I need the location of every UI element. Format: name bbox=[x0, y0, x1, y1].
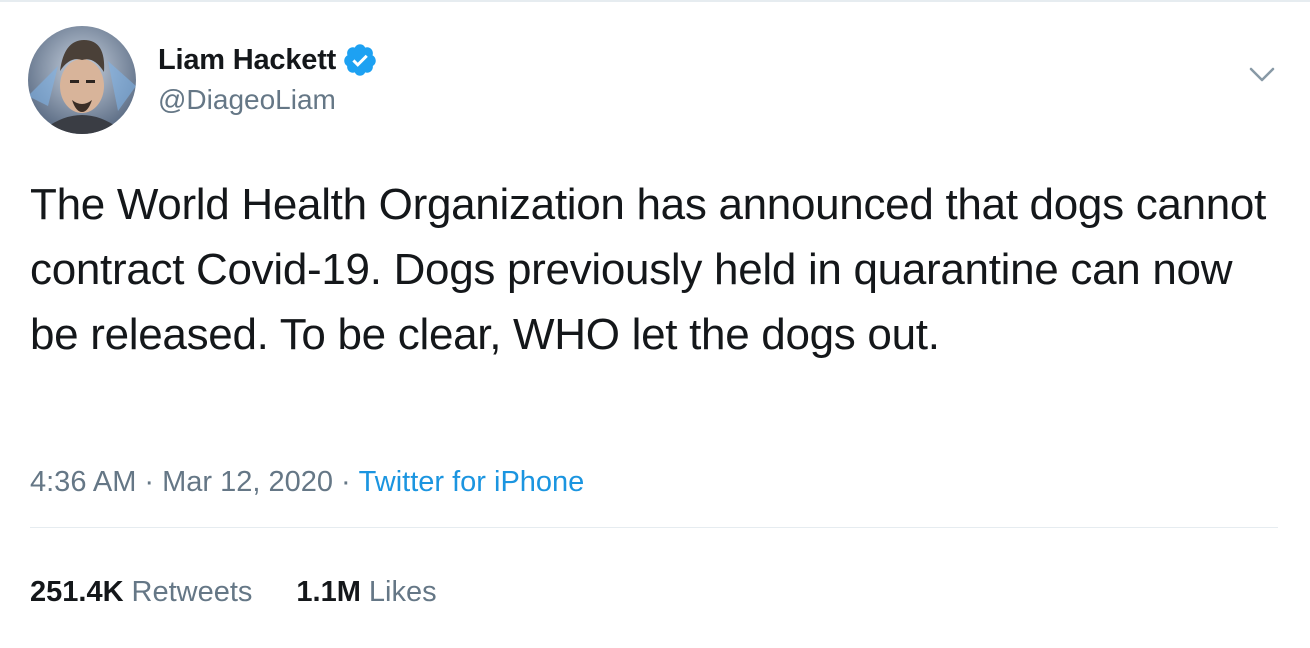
card-top-border bbox=[0, 0, 1310, 2]
tweet-date[interactable]: Mar 12, 2020 bbox=[162, 466, 333, 499]
verified-badge-icon bbox=[342, 42, 378, 78]
retweets-count: 251.4K bbox=[30, 576, 124, 608]
likes-label: Likes bbox=[368, 576, 437, 608]
meta-separator: · bbox=[144, 466, 155, 498]
tweet-stats: 251.4K Retweets 1.1M Likes bbox=[30, 576, 437, 609]
author-name-row[interactable]: Liam Hackett bbox=[158, 40, 378, 80]
retweets-label: Retweets bbox=[131, 576, 253, 608]
tweet-text: The World Health Organization has announ… bbox=[30, 180, 1267, 359]
avatar[interactable] bbox=[28, 26, 136, 134]
likes-stat[interactable]: 1.1M Likes bbox=[296, 576, 436, 609]
likes-count: 1.1M bbox=[296, 576, 361, 608]
meta-separator: · bbox=[340, 466, 351, 498]
tweet-source-link[interactable]: Twitter for iPhone bbox=[359, 466, 585, 499]
author-handle[interactable]: @DiageoLiam bbox=[158, 84, 336, 116]
author-display-name[interactable]: Liam Hackett bbox=[158, 44, 336, 77]
tweet-meta: 4:36 AM · Mar 12, 2020 · Twitter for iPh… bbox=[30, 466, 584, 499]
chevron-down-icon[interactable] bbox=[1248, 66, 1276, 84]
tweet-time[interactable]: 4:36 AM bbox=[30, 466, 136, 499]
divider bbox=[30, 527, 1278, 528]
avatar-image bbox=[28, 26, 136, 134]
retweets-stat[interactable]: 251.4K Retweets bbox=[30, 576, 252, 609]
